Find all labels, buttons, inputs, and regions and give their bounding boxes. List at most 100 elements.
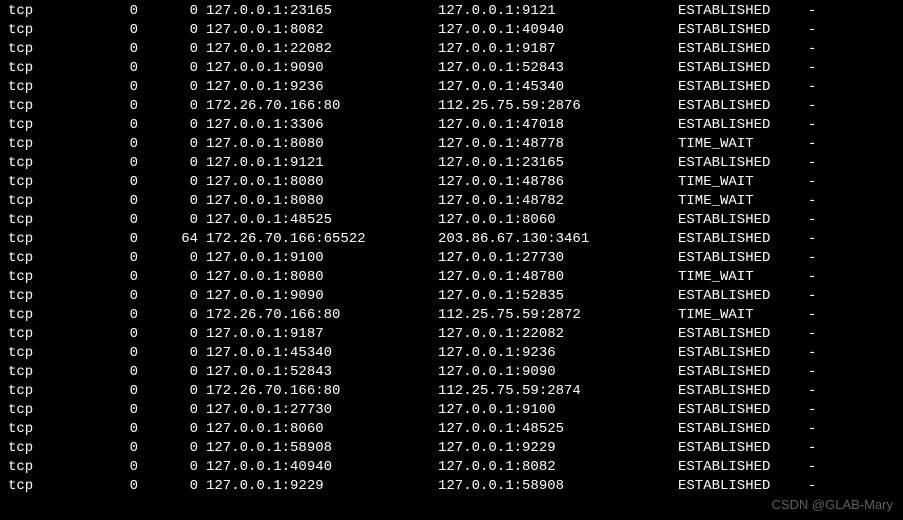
protocol-cell: tcp [8, 211, 98, 230]
local-address-cell: 127.0.0.1:9187 [198, 325, 438, 344]
recvq-cell: 0 [98, 97, 138, 116]
state-cell: ESTABLISHED [678, 420, 808, 439]
sendq-cell: 0 [138, 2, 198, 21]
state-cell: ESTABLISHED [678, 2, 808, 21]
extra-cell: - [808, 40, 828, 59]
sendq-cell: 0 [138, 401, 198, 420]
connection-row: tcp00127.0.0.1:27730127.0.0.1:9100ESTABL… [8, 401, 895, 420]
foreign-address-cell: 127.0.0.1:48786 [438, 173, 678, 192]
local-address-cell: 127.0.0.1:58908 [198, 439, 438, 458]
connection-row: tcp00127.0.0.1:48525127.0.0.1:8060ESTABL… [8, 211, 895, 230]
sendq-cell: 0 [138, 40, 198, 59]
sendq-cell: 0 [138, 21, 198, 40]
local-address-cell: 127.0.0.1:8080 [198, 192, 438, 211]
extra-cell: - [808, 401, 828, 420]
protocol-cell: tcp [8, 287, 98, 306]
extra-cell: - [808, 59, 828, 78]
local-address-cell: 127.0.0.1:8082 [198, 21, 438, 40]
connection-row: tcp00127.0.0.1:9090127.0.0.1:52843ESTABL… [8, 59, 895, 78]
sendq-cell: 0 [138, 59, 198, 78]
extra-cell: - [808, 420, 828, 439]
extra-cell: - [808, 344, 828, 363]
state-cell: ESTABLISHED [678, 21, 808, 40]
state-cell: ESTABLISHED [678, 230, 808, 249]
terminal-output: tcp00127.0.0.1:23165127.0.0.1:9121ESTABL… [8, 2, 895, 496]
extra-cell: - [808, 173, 828, 192]
protocol-cell: tcp [8, 401, 98, 420]
extra-cell: - [808, 2, 828, 21]
recvq-cell: 0 [98, 268, 138, 287]
protocol-cell: tcp [8, 306, 98, 325]
recvq-cell: 0 [98, 173, 138, 192]
extra-cell: - [808, 116, 828, 135]
recvq-cell: 0 [98, 458, 138, 477]
foreign-address-cell: 127.0.0.1:9100 [438, 401, 678, 420]
protocol-cell: tcp [8, 363, 98, 382]
connection-row: tcp00127.0.0.1:9187127.0.0.1:22082ESTABL… [8, 325, 895, 344]
protocol-cell: tcp [8, 40, 98, 59]
extra-cell: - [808, 382, 828, 401]
connection-row: tcp00127.0.0.1:9100127.0.0.1:27730ESTABL… [8, 249, 895, 268]
sendq-cell: 0 [138, 154, 198, 173]
extra-cell: - [808, 78, 828, 97]
foreign-address-cell: 112.25.75.59:2872 [438, 306, 678, 325]
state-cell: ESTABLISHED [678, 325, 808, 344]
extra-cell: - [808, 477, 828, 496]
sendq-cell: 0 [138, 344, 198, 363]
local-address-cell: 172.26.70.166:80 [198, 97, 438, 116]
sendq-cell: 0 [138, 268, 198, 287]
protocol-cell: tcp [8, 325, 98, 344]
sendq-cell: 0 [138, 325, 198, 344]
extra-cell: - [808, 325, 828, 344]
protocol-cell: tcp [8, 477, 98, 496]
recvq-cell: 0 [98, 40, 138, 59]
local-address-cell: 127.0.0.1:48525 [198, 211, 438, 230]
state-cell: TIME_WAIT [678, 268, 808, 287]
local-address-cell: 172.26.70.166:80 [198, 382, 438, 401]
extra-cell: - [808, 287, 828, 306]
connection-row: tcp00127.0.0.1:3306127.0.0.1:47018ESTABL… [8, 116, 895, 135]
foreign-address-cell: 127.0.0.1:9229 [438, 439, 678, 458]
state-cell: TIME_WAIT [678, 306, 808, 325]
sendq-cell: 0 [138, 249, 198, 268]
protocol-cell: tcp [8, 59, 98, 78]
recvq-cell: 0 [98, 401, 138, 420]
local-address-cell: 127.0.0.1:8060 [198, 420, 438, 439]
protocol-cell: tcp [8, 268, 98, 287]
local-address-cell: 127.0.0.1:27730 [198, 401, 438, 420]
local-address-cell: 127.0.0.1:40940 [198, 458, 438, 477]
local-address-cell: 172.26.70.166:80 [198, 306, 438, 325]
recvq-cell: 0 [98, 192, 138, 211]
foreign-address-cell: 127.0.0.1:48778 [438, 135, 678, 154]
connection-row: tcp00127.0.0.1:45340127.0.0.1:9236ESTABL… [8, 344, 895, 363]
recvq-cell: 0 [98, 363, 138, 382]
extra-cell: - [808, 192, 828, 211]
local-address-cell: 127.0.0.1:9090 [198, 287, 438, 306]
state-cell: TIME_WAIT [678, 135, 808, 154]
connection-row: tcp00127.0.0.1:9236127.0.0.1:45340ESTABL… [8, 78, 895, 97]
recvq-cell: 0 [98, 154, 138, 173]
local-address-cell: 127.0.0.1:9100 [198, 249, 438, 268]
recvq-cell: 0 [98, 116, 138, 135]
recvq-cell: 0 [98, 2, 138, 21]
protocol-cell: tcp [8, 230, 98, 249]
recvq-cell: 0 [98, 230, 138, 249]
state-cell: ESTABLISHED [678, 287, 808, 306]
foreign-address-cell: 127.0.0.1:58908 [438, 477, 678, 496]
extra-cell: - [808, 97, 828, 116]
recvq-cell: 0 [98, 59, 138, 78]
foreign-address-cell: 203.86.67.130:3461 [438, 230, 678, 249]
extra-cell: - [808, 211, 828, 230]
state-cell: ESTABLISHED [678, 344, 808, 363]
protocol-cell: tcp [8, 249, 98, 268]
connection-row: tcp00127.0.0.1:8080127.0.0.1:48782TIME_W… [8, 192, 895, 211]
sendq-cell: 0 [138, 173, 198, 192]
sendq-cell: 0 [138, 420, 198, 439]
recvq-cell: 0 [98, 78, 138, 97]
foreign-address-cell: 127.0.0.1:23165 [438, 154, 678, 173]
extra-cell: - [808, 363, 828, 382]
connection-row: tcp00172.26.70.166:80112.25.75.59:2874ES… [8, 382, 895, 401]
state-cell: ESTABLISHED [678, 363, 808, 382]
local-address-cell: 127.0.0.1:9229 [198, 477, 438, 496]
foreign-address-cell: 127.0.0.1:47018 [438, 116, 678, 135]
